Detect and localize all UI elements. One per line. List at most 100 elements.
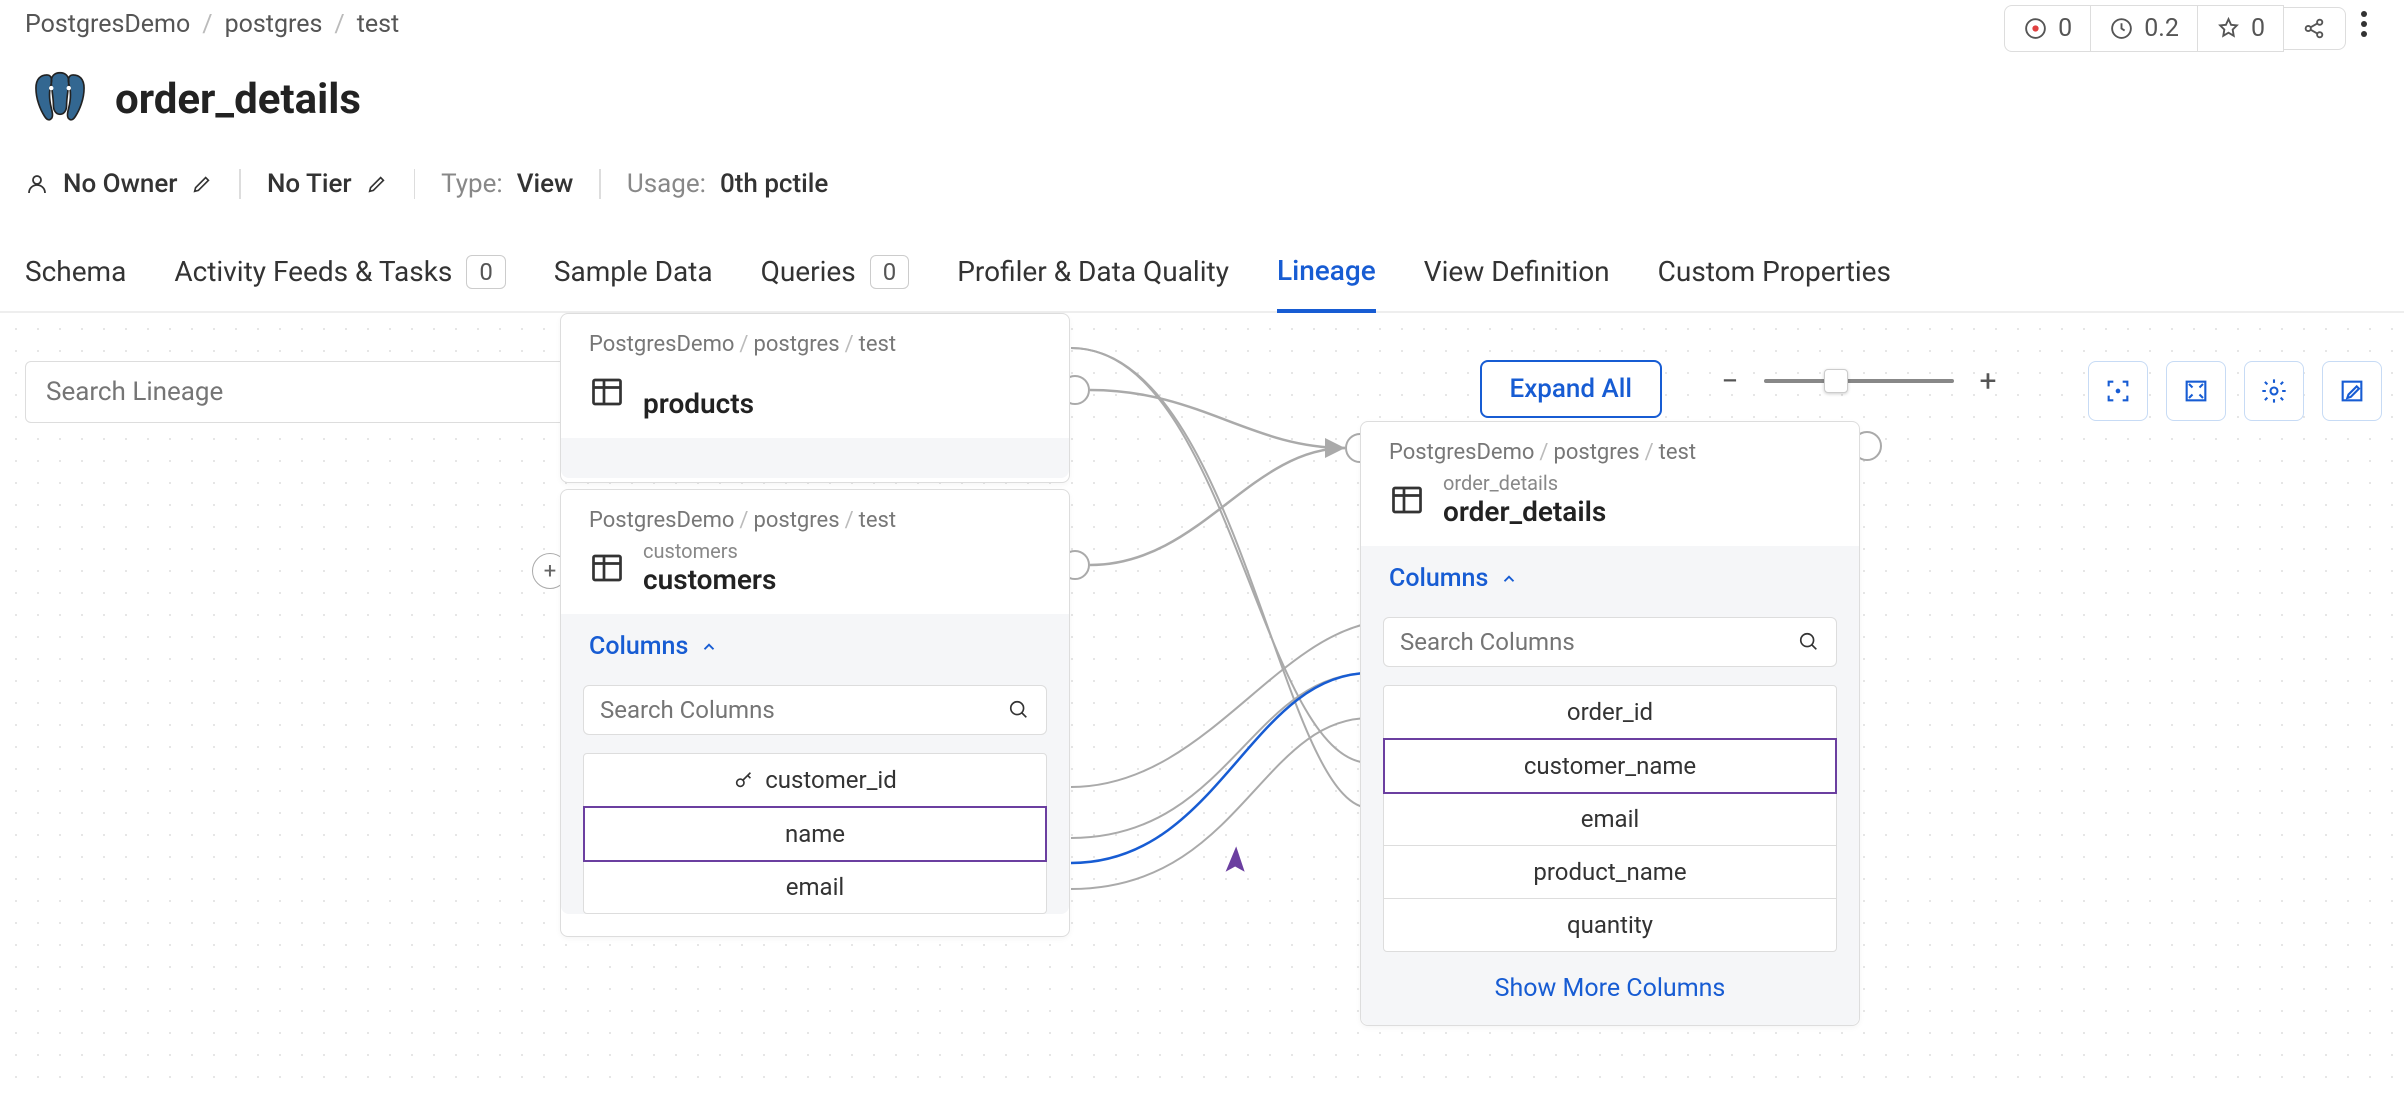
search-icon <box>1798 631 1820 653</box>
column-item[interactable]: customer_id <box>584 754 1046 807</box>
search-icon <box>1008 699 1030 721</box>
breadcrumb-item[interactable]: postgres <box>225 10 323 39</box>
tab-schema[interactable]: Schema <box>25 255 126 310</box>
person-icon <box>25 172 49 196</box>
settings-button[interactable] <box>2244 361 2304 421</box>
divider <box>599 169 601 199</box>
tier-field: No Tier <box>267 169 388 199</box>
top-right-stats: 0 0.2 0 <box>2004 2 2382 54</box>
expand-all-button[interactable]: Expand All <box>1480 360 1662 418</box>
columns-label: Columns <box>589 632 688 661</box>
share-icon <box>2302 16 2327 41</box>
column-search-input[interactable] <box>1400 628 1798 656</box>
tab-activity[interactable]: Activity Feeds & Tasks 0 <box>174 255 506 311</box>
tab-queries[interactable]: Queries 0 <box>761 255 910 311</box>
column-name: product_name <box>1533 858 1686 886</box>
node-subtitle: customers <box>643 539 776 563</box>
postgres-icon <box>25 64 95 134</box>
breadcrumb-item[interactable]: test <box>357 10 400 39</box>
issues-count: 0 <box>2058 14 2072 43</box>
breadcrumb-sep: / <box>202 10 212 39</box>
issues-stat[interactable]: 0 <box>2004 5 2091 52</box>
star-stat[interactable]: 0 <box>2198 5 2284 52</box>
column-name: customer_id <box>765 766 897 794</box>
table-icon <box>589 550 625 586</box>
column-item[interactable]: order_id <box>1384 686 1836 739</box>
type-value: View <box>517 169 574 199</box>
breadcrumb-item[interactable]: PostgresDemo <box>25 10 190 39</box>
tab-view-definition[interactable]: View Definition <box>1424 255 1610 310</box>
node-crumb-item: test <box>859 332 896 357</box>
column-item[interactable]: email <box>584 861 1046 913</box>
column-item[interactable]: name <box>583 806 1047 862</box>
owner-value: No Owner <box>63 169 177 199</box>
recent-value: 0.2 <box>2144 14 2179 43</box>
tab-sample-data[interactable]: Sample Data <box>554 255 713 310</box>
zoom-in-button[interactable]: + <box>1972 365 2004 397</box>
focus-icon <box>2104 377 2132 405</box>
column-name: email <box>1581 805 1640 833</box>
share-button[interactable] <box>2284 7 2346 50</box>
tab-profiler[interactable]: Profiler & Data Quality <box>957 255 1229 310</box>
kebab-menu[interactable] <box>2346 2 2382 54</box>
lineage-canvas[interactable]: + PostgresDemo/postgres/test products pr… <box>0 313 2404 1093</box>
node-crumb-item: postgres <box>753 508 839 533</box>
node-subtitle: order_details <box>1443 471 1606 495</box>
column-name: name <box>785 820 845 848</box>
expand-icon <box>2182 377 2210 405</box>
columns-toggle[interactable]: Columns <box>1361 546 1859 611</box>
column-item[interactable]: quantity <box>1384 899 1836 951</box>
tab-lineage[interactable]: Lineage <box>1277 254 1376 313</box>
star-icon <box>2216 16 2241 41</box>
node-crumb-item: PostgresDemo <box>1389 440 1534 465</box>
tab-queries-count: 0 <box>870 255 910 289</box>
node-title: products <box>643 387 754 420</box>
column-list: order_id customer_name email product_nam… <box>1383 685 1837 952</box>
fit-view-button[interactable] <box>2088 361 2148 421</box>
lineage-node-products[interactable]: PostgresDemo/postgres/test products prod… <box>560 313 1070 483</box>
zoom-slider-thumb[interactable] <box>1824 369 1848 393</box>
edit-button[interactable] <box>2322 361 2382 421</box>
column-item[interactable]: customer_name <box>1383 738 1837 794</box>
type-field: Type: View <box>441 169 573 199</box>
column-name: customer_name <box>1524 752 1696 780</box>
edit-icon <box>2338 377 2366 405</box>
chevron-up-icon <box>700 638 718 656</box>
pencil-icon[interactable] <box>366 173 388 195</box>
dots-vertical-icon <box>2360 10 2368 38</box>
chevron-up-icon <box>1500 570 1518 588</box>
column-search[interactable] <box>1383 617 1837 667</box>
gear-icon <box>2260 377 2288 405</box>
node-crumb-item: postgres <box>1553 440 1639 465</box>
fullscreen-button[interactable] <box>2166 361 2226 421</box>
lineage-node-customers[interactable]: PostgresDemo/postgres/test customers cus… <box>560 489 1070 937</box>
node-title: customers <box>643 563 776 596</box>
tier-value: No Tier <box>267 169 352 199</box>
show-more-columns[interactable]: Show More Columns <box>1361 974 1859 1025</box>
node-crumb-item: postgres <box>753 332 839 357</box>
column-search[interactable] <box>583 685 1047 735</box>
column-search-input[interactable] <box>600 696 1008 724</box>
lineage-node-order-details[interactable]: PostgresDemo/postgres/test order_details… <box>1360 421 1860 1026</box>
table-icon <box>1389 482 1425 518</box>
zoom-slider[interactable] <box>1764 379 1954 383</box>
columns-label: Columns <box>1389 564 1488 593</box>
node-crumb-item: test <box>859 508 896 533</box>
target-icon <box>2023 16 2048 41</box>
node-breadcrumb: PostgresDemo/postgres/test <box>561 314 1069 357</box>
pencil-icon[interactable] <box>191 173 213 195</box>
usage-label: Usage: <box>627 169 706 199</box>
node-crumb-item: PostgresDemo <box>589 508 734 533</box>
tab-custom-properties[interactable]: Custom Properties <box>1658 255 1891 310</box>
history-icon <box>2109 16 2134 41</box>
column-list: customer_id name email <box>583 753 1047 914</box>
tabs: Schema Activity Feeds & Tasks 0 Sample D… <box>0 254 2404 313</box>
column-item[interactable]: email <box>1384 793 1836 846</box>
zoom-out-button[interactable]: − <box>1714 365 1746 397</box>
column-item[interactable]: product_name <box>1384 846 1836 899</box>
node-crumb-item: PostgresDemo <box>589 332 734 357</box>
recent-stat[interactable]: 0.2 <box>2091 5 2198 52</box>
columns-toggle[interactable]: Columns <box>561 614 1069 679</box>
page-title: order_details <box>115 75 361 124</box>
type-label: Type: <box>441 169 503 199</box>
